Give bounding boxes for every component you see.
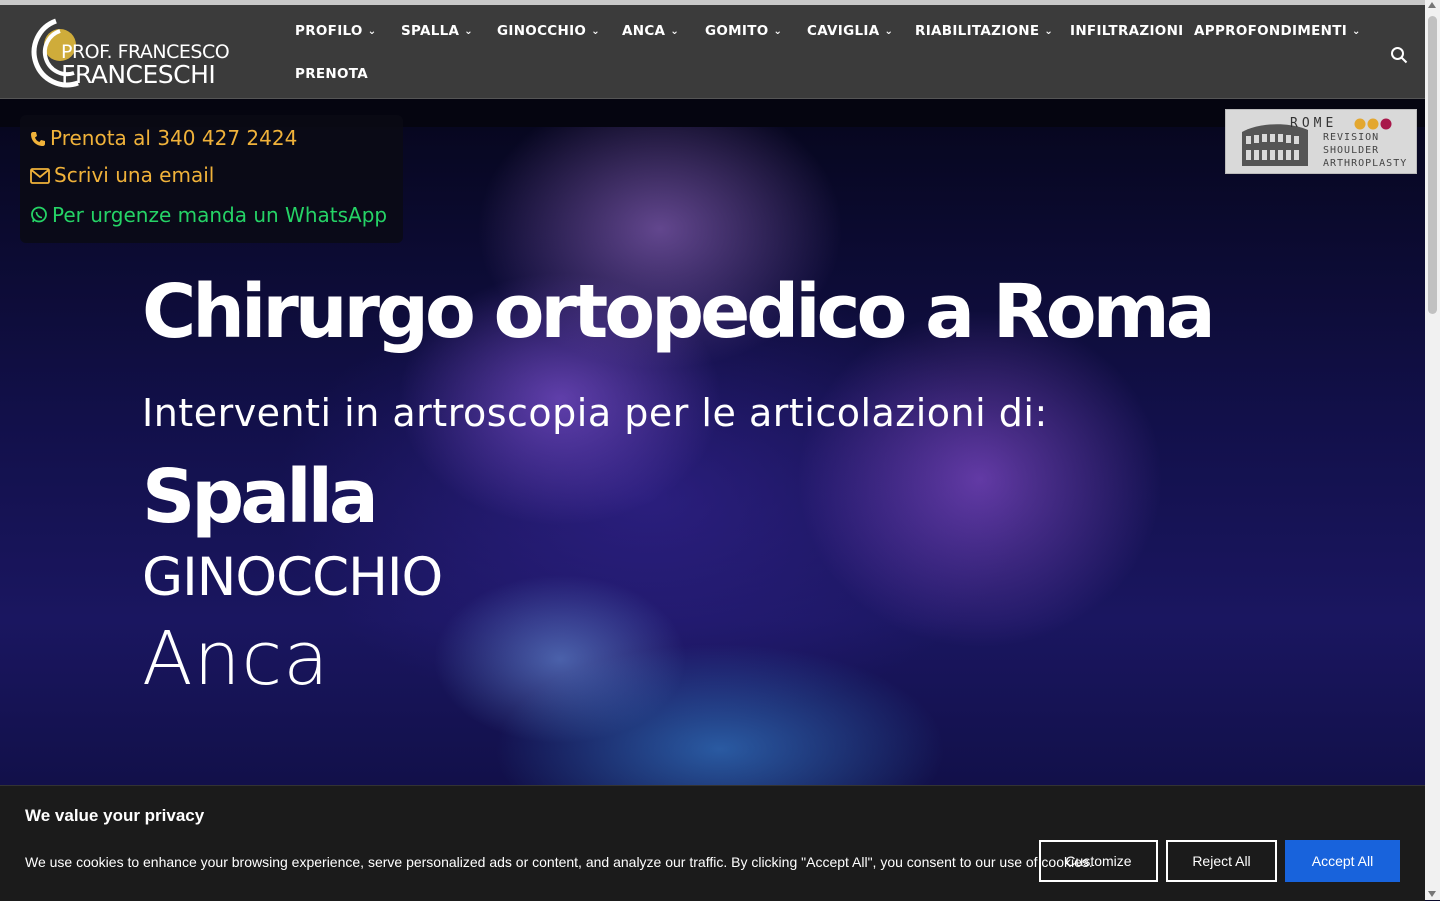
page-scrollbar[interactable] bbox=[1425, 0, 1440, 900]
email-link[interactable]: Scrivi una email bbox=[30, 163, 214, 187]
chevron-down-icon: ⌄ bbox=[591, 25, 600, 37]
chevron-down-icon: ⌄ bbox=[1352, 25, 1361, 37]
hero-section: Prenota al 340 427 2424 Scrivi una email… bbox=[0, 99, 1425, 900]
nav-item-label: GINOCCHIO bbox=[497, 23, 587, 39]
scroll-thumb[interactable] bbox=[1428, 16, 1437, 314]
nav-item-approfondimenti[interactable]: APPROFONDIMENTI ⌄ bbox=[1194, 23, 1361, 39]
phone-link[interactable]: Prenota al 340 427 2424 bbox=[30, 126, 297, 150]
chevron-down-icon: ⌄ bbox=[773, 25, 783, 37]
nav-item-label: RIABILITAZIONE bbox=[915, 23, 1040, 39]
nav-item-label: GOMITO bbox=[705, 23, 769, 39]
nav-item-label: APPROFONDIMENTI bbox=[1194, 23, 1348, 39]
contact-box: Prenota al 340 427 2424 Scrivi una email… bbox=[20, 115, 403, 243]
nav-item-label: INFILTRAZIONI bbox=[1070, 23, 1184, 39]
nav-item-label: CAVIGLIA bbox=[807, 23, 880, 39]
search-icon[interactable] bbox=[1390, 46, 1408, 64]
envelope-icon bbox=[30, 168, 50, 184]
badge-line3: ARTHROPLASTY bbox=[1323, 158, 1408, 169]
hero-joint-spalla: Spalla bbox=[142, 454, 379, 540]
hero-joint-anca: Anca bbox=[142, 616, 330, 702]
nav-item-profilo[interactable]: PROFILO ⌄ bbox=[295, 23, 376, 39]
logo-name-line2: FRANCESCHI bbox=[61, 60, 216, 89]
scroll-up-arrow-icon[interactable] bbox=[1428, 2, 1436, 8]
phone-text: Prenota al 340 427 2424 bbox=[50, 126, 298, 150]
nav-item-label: SPALLA bbox=[401, 23, 460, 39]
whatsapp-text: Per urgenze manda un WhatsApp bbox=[52, 203, 388, 227]
badge-line2: SHOULDER bbox=[1323, 145, 1380, 156]
hero-title: Chirurgo ortopedico a Roma bbox=[142, 269, 1216, 355]
badge-rome-word: ROME bbox=[1290, 116, 1338, 131]
accept-all-button[interactable]: Accept All bbox=[1285, 840, 1400, 882]
badge-line1: REVISION bbox=[1323, 132, 1380, 143]
hero-subtitle: Interventi in artroscopia per le articol… bbox=[142, 391, 1048, 435]
cookie-title: We value your privacy bbox=[25, 806, 205, 825]
nav-item-spalla[interactable]: SPALLA ⌄ bbox=[401, 23, 473, 39]
nav-item-label: ANCA bbox=[622, 23, 666, 39]
chevron-down-icon: ⌄ bbox=[1044, 25, 1054, 37]
cookie-text: We use cookies to enhance your browsing … bbox=[25, 854, 1093, 870]
rome-revision-badge[interactable]: ROME REVISION SHOULDER ARTHROPLASTY bbox=[1225, 109, 1417, 174]
nav-item-gomito[interactable]: GOMITO ⌄ bbox=[705, 23, 782, 39]
site-logo[interactable]: PROF. FRANCESCO FRANCESCHI bbox=[16, 15, 246, 90]
nav-item-riabilitazione[interactable]: RIABILITAZIONE ⌄ bbox=[915, 23, 1053, 39]
reject-all-button[interactable]: Reject All bbox=[1166, 840, 1277, 882]
chevron-down-icon: ⌄ bbox=[884, 25, 894, 37]
scroll-down-arrow-icon[interactable] bbox=[1428, 891, 1436, 897]
whatsapp-link[interactable]: Per urgenze manda un WhatsApp bbox=[30, 203, 387, 227]
whatsapp-icon bbox=[31, 206, 47, 223]
nav-item-prenota[interactable]: PRENOTA bbox=[295, 66, 368, 82]
email-text: Scrivi una email bbox=[54, 163, 215, 187]
phone-icon bbox=[31, 132, 45, 146]
nav-item-ginocchio[interactable]: GINOCCHIO ⌄ bbox=[497, 23, 600, 39]
customize-button[interactable]: Customize bbox=[1039, 840, 1158, 882]
nav-item-anca[interactable]: ANCA ⌄ bbox=[622, 23, 679, 39]
nav-item-infiltrazioni[interactable]: INFILTRAZIONI bbox=[1070, 23, 1184, 39]
badge-dots-icon bbox=[1354, 118, 1392, 130]
cookie-banner: We value your privacy We use cookies to … bbox=[0, 785, 1425, 901]
chevron-down-icon: ⌄ bbox=[367, 25, 377, 37]
hero-joint-ginocchio: GINOCCHIO bbox=[142, 547, 443, 608]
chevron-down-icon: ⌄ bbox=[464, 25, 473, 37]
nav-item-caviglia[interactable]: CAVIGLIA ⌄ bbox=[807, 23, 893, 39]
chevron-down-icon: ⌄ bbox=[670, 25, 679, 37]
nav-item-label: PROFILO bbox=[295, 23, 363, 39]
nav-item-label: PRENOTA bbox=[295, 66, 368, 82]
site-header: PROF. FRANCESCO FRANCESCHI PROFILO ⌄ SPAL… bbox=[0, 5, 1425, 99]
